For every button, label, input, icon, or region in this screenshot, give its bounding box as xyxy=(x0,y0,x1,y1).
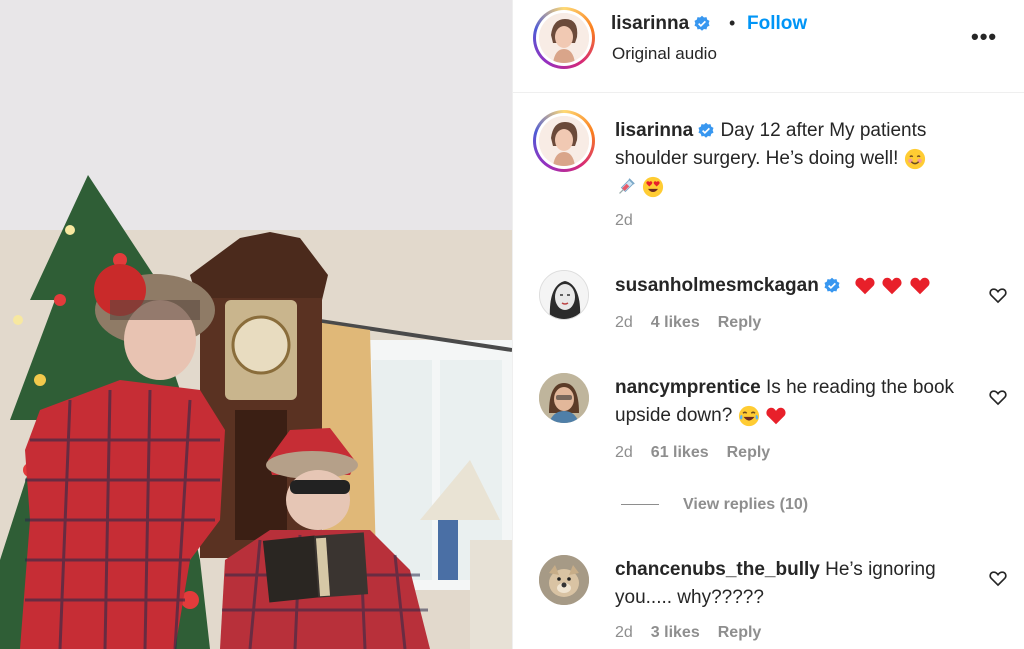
comment-avatar[interactable] xyxy=(539,555,589,605)
comment-username[interactable]: nancymprentice xyxy=(615,377,761,398)
caption-author-avatar[interactable] xyxy=(533,110,595,172)
comment-body: nancymprentice Is he reading the book up… xyxy=(615,374,975,430)
comment-time[interactable]: 2d xyxy=(615,314,633,331)
caption-author-portrait-icon xyxy=(539,116,589,166)
tears-of-joy-emoji xyxy=(738,405,759,427)
verified-badge-icon xyxy=(698,122,714,138)
comment-body: susanholmesmckagan xyxy=(615,272,975,300)
video-frame-illustration xyxy=(0,0,512,649)
author-avatar[interactable] xyxy=(533,7,595,69)
comment-meta: 2d 3 likes Reply xyxy=(615,624,779,642)
view-replies-line xyxy=(621,504,659,506)
comment-time[interactable]: 2d xyxy=(615,624,633,641)
reply-button[interactable]: Reply xyxy=(718,314,762,331)
post-side-panel: lisarinna • Follow Original audio ••• li… xyxy=(513,0,1024,649)
red-heart-emoji xyxy=(855,277,875,295)
heart-outline-icon[interactable] xyxy=(988,387,1008,407)
more-options-icon[interactable]: ••• xyxy=(971,24,997,50)
post-media[interactable] xyxy=(0,0,512,649)
comment-username[interactable]: chancenubs_the_bully xyxy=(615,559,820,580)
comment-meta: 2d 4 likes Reply xyxy=(615,314,779,332)
heart-outline-icon[interactable] xyxy=(988,285,1008,305)
post-header: lisarinna • Follow Original audio ••• xyxy=(513,0,1024,93)
reply-button[interactable]: Reply xyxy=(727,444,771,461)
comment-likes[interactable]: 61 likes xyxy=(651,444,709,461)
author-portrait-icon xyxy=(539,13,589,63)
original-audio-link[interactable]: Original audio xyxy=(612,44,717,64)
follow-button[interactable]: Follow xyxy=(747,13,807,35)
caption-timestamp[interactable]: 2d xyxy=(615,212,633,230)
comment-avatar[interactable] xyxy=(539,270,589,320)
header-separator: • xyxy=(729,13,736,33)
caption-username[interactable]: lisarinna xyxy=(615,120,693,141)
comment-meta: 2d 61 likes Reply xyxy=(615,444,788,462)
commenter-portrait-icon xyxy=(539,373,589,423)
heart-outline-icon[interactable] xyxy=(988,568,1008,588)
red-heart-emoji xyxy=(910,277,930,295)
verified-badge-icon xyxy=(694,15,710,31)
comment-time[interactable]: 2d xyxy=(615,444,633,461)
comment-username[interactable]: susanholmesmckagan xyxy=(615,275,819,296)
commenter-portrait-icon xyxy=(540,271,588,319)
reply-button[interactable]: Reply xyxy=(718,624,762,641)
view-replies-label[interactable]: View replies (10) xyxy=(683,496,808,513)
author-username[interactable]: lisarinna xyxy=(611,13,711,35)
smiling-face-emoji xyxy=(904,148,925,170)
red-heart-emoji xyxy=(882,277,902,295)
commenter-dog-portrait-icon xyxy=(539,555,589,605)
verified-badge-icon xyxy=(824,277,840,293)
comment-likes[interactable]: 4 likes xyxy=(651,314,700,331)
comment-body: chancenubs_the_bully He’s ignoring you..… xyxy=(615,556,975,612)
comment-avatar[interactable] xyxy=(539,373,589,423)
red-heart-emoji xyxy=(766,407,786,425)
post-caption: lisarinna Day 12 after My patients shoul… xyxy=(615,117,995,201)
comment-likes[interactable]: 3 likes xyxy=(651,624,700,641)
author-username-text[interactable]: lisarinna xyxy=(611,13,689,34)
heart-eyes-emoji xyxy=(643,176,664,198)
syringe-emoji xyxy=(619,178,635,194)
view-replies-button[interactable]: View replies (10) xyxy=(621,496,808,514)
